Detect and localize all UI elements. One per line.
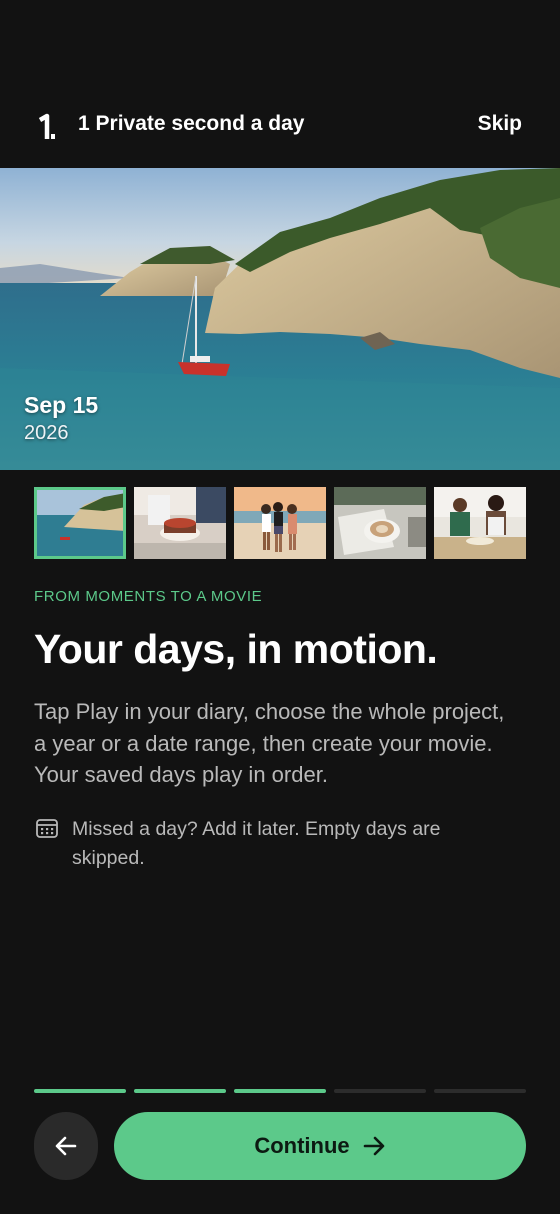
section-eyebrow: FROM MOMENTS TO A MOVIE xyxy=(34,588,263,605)
progress-indicator xyxy=(34,1089,526,1094)
thumbnail-strip xyxy=(34,487,526,559)
progress-segment xyxy=(134,1089,226,1093)
progress-segment xyxy=(334,1089,426,1093)
arrow-right-icon xyxy=(363,1136,384,1156)
hero-image xyxy=(0,168,560,470)
hero-date: Sep 15 xyxy=(24,392,99,418)
thumbnail-coastline[interactable] xyxy=(34,487,126,559)
thumbnail-coffee-journal[interactable] xyxy=(334,487,426,559)
thumbnail-birthday-cake[interactable] xyxy=(134,487,226,559)
coastline-photo xyxy=(0,168,560,470)
headline: Your days, in motion. xyxy=(34,626,438,672)
arrow-left-icon xyxy=(55,1136,77,1156)
progress-segment xyxy=(434,1089,526,1093)
calendar-icon xyxy=(36,819,58,838)
body-text: Tap Play in your diary, choose the whole… xyxy=(34,699,505,787)
hero-year: 2026 xyxy=(24,422,69,444)
header: 1 Private second a day Skip xyxy=(0,0,560,168)
back-button[interactable] xyxy=(34,1112,98,1180)
thumbnail-beach-walk[interactable] xyxy=(234,487,326,559)
app-logo-icon xyxy=(28,108,66,146)
skip-button[interactable]: Skip xyxy=(478,112,522,136)
progress-segment xyxy=(234,1089,326,1093)
progress-segment xyxy=(34,1089,126,1093)
note-text: Missed a day? Add it later. Empty days a… xyxy=(72,818,441,869)
thumbnail-cooking-together[interactable] xyxy=(434,487,526,559)
continue-label: Continue xyxy=(254,1133,350,1158)
app-title: 1 Private second a day xyxy=(78,112,305,135)
continue-button[interactable]: Continue xyxy=(114,1112,526,1180)
